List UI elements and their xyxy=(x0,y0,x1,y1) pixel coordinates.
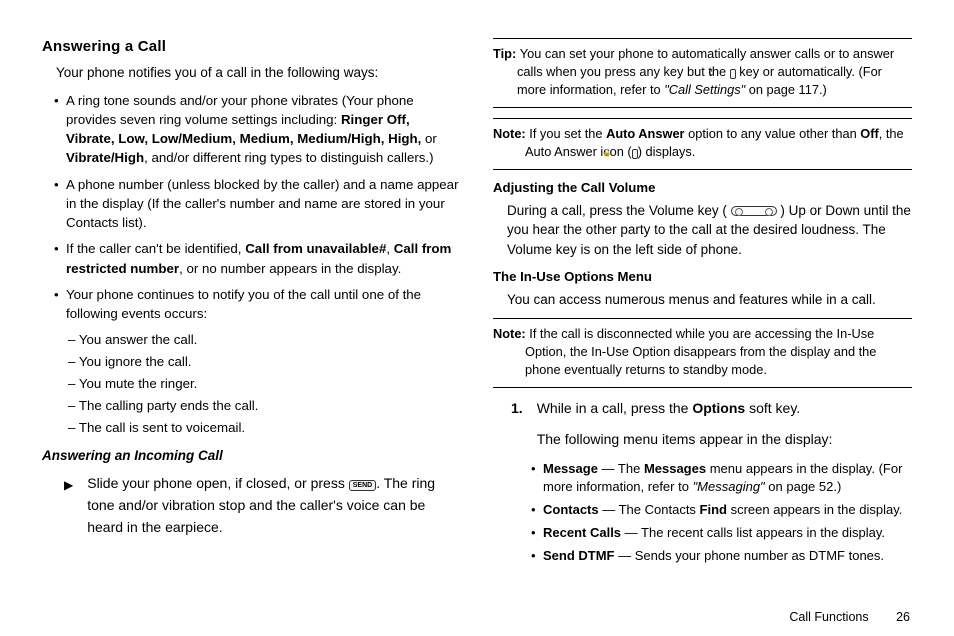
b3-post: , or no number appears in the display. xyxy=(179,261,401,276)
b3-pre: If the caller can't be identified, xyxy=(66,241,245,256)
tip-content: Tip: You can set your phone to automatic… xyxy=(493,45,912,99)
notify-bullet-list: A ring tone sounds and/or your phone vib… xyxy=(42,91,461,324)
step-text: Slide your phone open, if closed, or pre… xyxy=(87,473,461,538)
opt-recent-calls: Recent Calls — The recent calls list app… xyxy=(533,524,912,543)
event-sub-list: – You answer the call. – You ignore the … xyxy=(42,330,461,438)
heading-adjust-volume: Adjusting the Call Volume xyxy=(493,180,912,195)
opt-message-ref: "Messaging" xyxy=(693,479,765,494)
b3-mid: , xyxy=(386,241,393,256)
note2-content: Note: If the call is disconnected while … xyxy=(493,325,912,379)
tip-post: on page 117.) xyxy=(745,82,827,97)
opt-contacts-b2: Find xyxy=(700,502,727,517)
step-1-num: 1. xyxy=(511,398,523,450)
opt-message-pre: — The xyxy=(598,461,644,476)
opt-dtmf-t: — Sends your phone number as DTMF tones. xyxy=(615,548,885,563)
note1-b1: Auto Answer xyxy=(606,126,684,141)
sub-ignore: – You ignore the call. xyxy=(68,352,461,372)
note1-content: Note: If you set the Auto Answer option … xyxy=(493,125,912,161)
opt-message: Message — The Messages menu appears in t… xyxy=(533,460,912,498)
heading-inuse-options: The In-Use Options Menu xyxy=(493,269,912,284)
note1-mid: option to any value other than xyxy=(685,126,861,141)
step-1-body: While in a call, press the Options soft … xyxy=(537,398,912,450)
tip-ref: "Call Settings" xyxy=(664,82,745,97)
sub-answer: – You answer the call. xyxy=(68,330,461,350)
footer-page-number: 26 xyxy=(896,610,910,624)
arrow-icon: ▶ xyxy=(64,476,73,538)
bullet-ringtone: A ring tone sounds and/or your phone vib… xyxy=(56,91,461,168)
bullet-caller-id: If the caller can't be identified, Call … xyxy=(56,239,461,278)
tip-label: Tip: xyxy=(493,46,520,61)
bullet-continue-notify: Your phone continues to notify you of th… xyxy=(56,285,461,324)
footer-section: Call Functions xyxy=(789,610,868,624)
page-footer: Call Functions 26 xyxy=(789,610,910,624)
opt-contacts-b: Contacts xyxy=(543,502,599,517)
opt-dtmf-b: Send DTMF xyxy=(543,548,615,563)
sub-voicemail: – The call is sent to voicemail. xyxy=(68,418,461,438)
step-1: 1. While in a call, press the Options so… xyxy=(493,398,912,450)
heading-answering-incoming: Answering an Incoming Call xyxy=(42,448,461,463)
heading-answering-call: Answering a Call xyxy=(42,38,461,55)
opt-contacts-pre: — The Contacts xyxy=(599,502,700,517)
bullet-phone-number: A phone number (unless blocked by the ca… xyxy=(56,175,461,233)
opt-message-b2: Messages xyxy=(644,461,706,476)
left-column: Answering a Call Your phone notifies you… xyxy=(42,38,461,570)
b3-b1: Call from unavailable# xyxy=(245,241,386,256)
note2-label: Note: xyxy=(493,326,529,341)
opt-contacts-post: screen appears in the display. xyxy=(727,502,902,517)
right-column: Tip: You can set your phone to automatic… xyxy=(493,38,912,570)
step-pre: Slide your phone open, if closed, or pre… xyxy=(87,475,349,491)
intro-text: Your phone notifies you of a call in the… xyxy=(42,63,461,83)
b1-post: , and/or different ring types to disting… xyxy=(144,150,433,165)
options-bullet-list: Message — The Messages menu appears in t… xyxy=(493,460,912,566)
two-column-layout: Answering a Call Your phone notifies you… xyxy=(42,38,912,570)
tip-box: Tip: You can set your phone to automatic… xyxy=(493,38,912,108)
sub-mute: – You mute the ringer. xyxy=(68,374,461,394)
step-1-line1: While in a call, press the Options soft … xyxy=(537,398,912,419)
opt-message-b: Message xyxy=(543,461,598,476)
note1-pre: If you set the xyxy=(529,126,606,141)
opt-send-dtmf: Send DTMF — Sends your phone number as D… xyxy=(533,547,912,566)
b1-or: or xyxy=(425,131,437,146)
opt-contacts: Contacts — The Contacts Find screen appe… xyxy=(533,501,912,520)
step-1-line2: The following menu items appear in the d… xyxy=(537,429,912,450)
adjust-body: During a call, press the Volume key ( ) … xyxy=(493,201,912,260)
adjust-pre: During a call, press the Volume key ( xyxy=(507,203,731,218)
step-slide-open: ▶ Slide your phone open, if closed, or p… xyxy=(42,473,461,538)
note1-end: ) displays. xyxy=(638,144,696,159)
sub-party-ends: – The calling party ends the call. xyxy=(68,396,461,416)
note1-label: Note: xyxy=(493,126,529,141)
opt-recent-t: — The recent calls list appears in the d… xyxy=(621,525,885,540)
step1-post: soft key. xyxy=(745,400,800,416)
step1-pre: While in a call, press the xyxy=(537,400,693,416)
opt-message-post: on page 52.) xyxy=(765,479,842,494)
inuse-body: You can access numerous menus and featur… xyxy=(493,290,912,310)
send-key-icon: SEND xyxy=(349,480,376,491)
step1-b: Options xyxy=(692,400,745,416)
b1-bold2: Vibrate/High xyxy=(66,150,144,165)
opt-recent-b: Recent Calls xyxy=(543,525,621,540)
note1-b2: Off xyxy=(860,126,878,141)
note2-body: If the call is disconnected while you ar… xyxy=(525,326,876,377)
note-auto-answer: Note: If you set the Auto Answer option … xyxy=(493,118,912,170)
note-inuse-disconnect: Note: If the call is disconnected while … xyxy=(493,318,912,388)
volume-key-icon xyxy=(731,206,777,216)
